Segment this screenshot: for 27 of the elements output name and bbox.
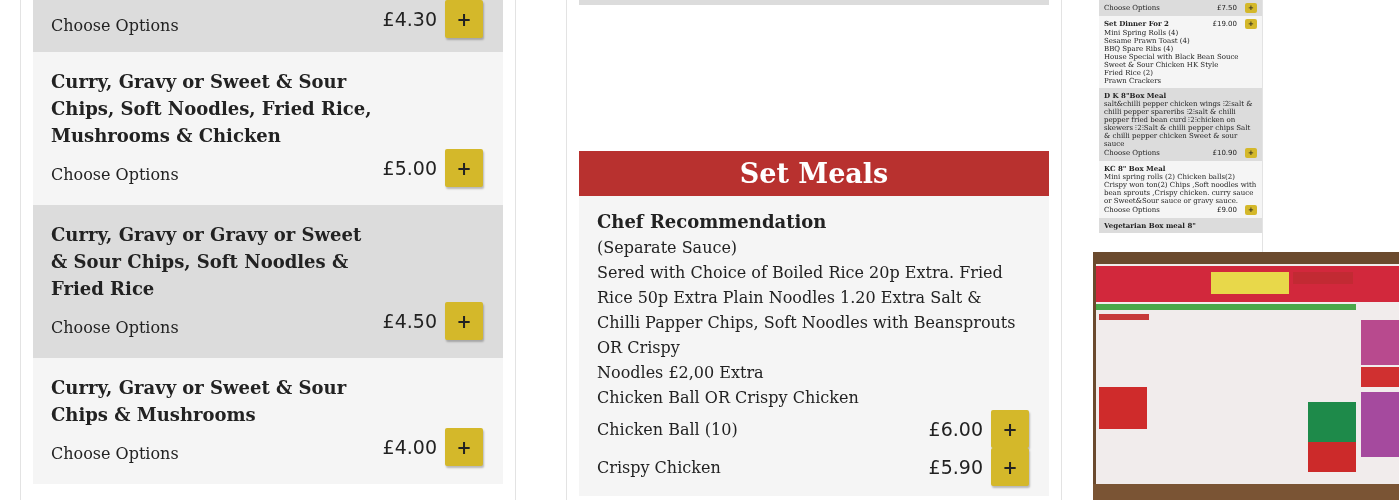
choose-options-link[interactable]: Choose Options xyxy=(51,316,179,340)
item-description: Noodles £2,00 Extra xyxy=(597,362,765,384)
choose-options-link[interactable]: Choose Options xyxy=(51,163,179,187)
add-button[interactable]: + xyxy=(445,0,483,38)
item-name: Chef Recommendation xyxy=(597,210,828,234)
price: £4.50 xyxy=(382,308,437,334)
variant-label: Crispy Chicken xyxy=(597,456,721,479)
item-description: Sered with Choice of Boiled Rice 20p Extra. Fried Rice 50p Extra Plain Noodles 1.20 Extra Salt & Chilli Papper Chips, Soft Noodles with Beansprouts OR Crispy xyxy=(597,262,1017,359)
price: £6.00 xyxy=(928,416,983,442)
choose-options-link[interactable]: Choose Options xyxy=(51,442,179,466)
section-title: Set Meals xyxy=(579,151,1049,196)
add-button[interactable]: + xyxy=(445,149,483,187)
add-button[interactable]: + xyxy=(991,410,1029,448)
add-button[interactable]: + xyxy=(445,428,483,466)
add-button[interactable]: + xyxy=(991,448,1029,486)
item-description: (Separate Sauce) xyxy=(597,237,739,259)
item-name: Curry, Gravy or Gravy or Sweet & Sour Chips, Soft Noodles & Fried Rice xyxy=(51,223,363,301)
item-name: Curry, Gravy or Sweet & Sour Chips & Mushrooms xyxy=(51,376,348,427)
item-description: Chicken Ball OR Crispy Chicken xyxy=(597,387,860,409)
price: £4.00 xyxy=(382,434,437,460)
price: £5.90 xyxy=(928,454,983,480)
item-name: Curry, Gravy or Sweet & Sour Chips, Soft Noodles, Fried Rice, Mushrooms & Chicken xyxy=(51,70,373,148)
variant-label: Chicken Ball (10) xyxy=(597,418,738,441)
choose-options-link[interactable]: Choose Options xyxy=(51,14,179,38)
add-button[interactable]: + xyxy=(445,302,483,340)
price: £4.30 xyxy=(382,6,437,32)
price: £5.00 xyxy=(382,155,437,181)
